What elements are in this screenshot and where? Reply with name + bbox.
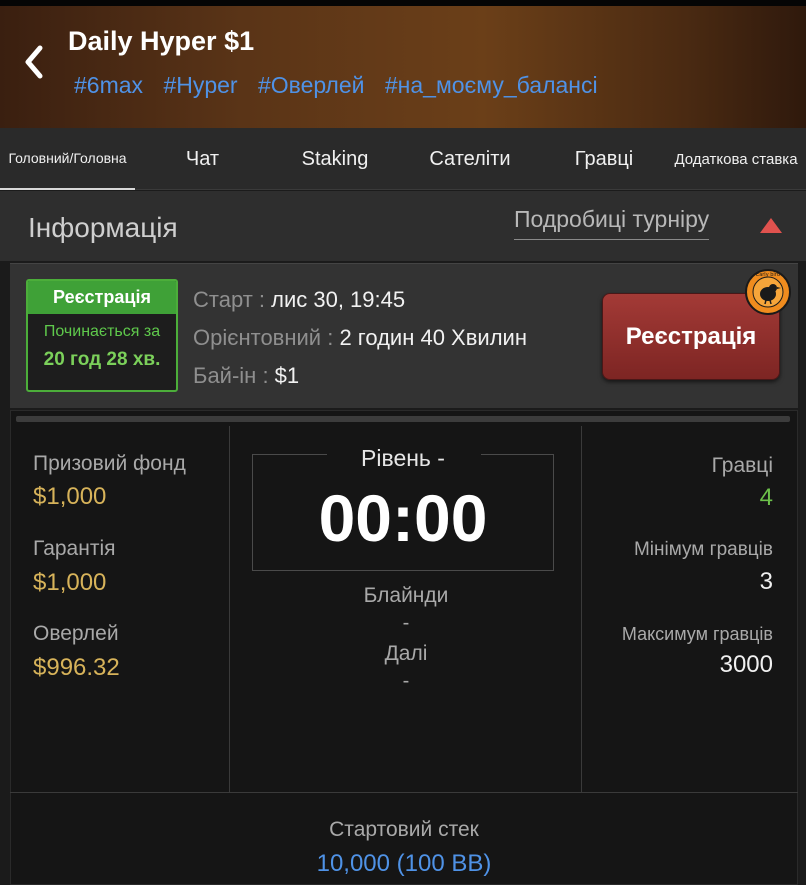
tab-staking[interactable]: Staking (275, 128, 395, 190)
guarantee-label: Гарантія (33, 537, 116, 560)
tournament-header: Daily Hyper $1 #6max #Hyper #Оверлей #на… (0, 0, 806, 128)
tag-my-balance[interactable]: #на_моєму_балансі (385, 72, 598, 98)
panel-top-strip (16, 416, 790, 422)
duration-value: 2 годин 40 Хвилин (339, 325, 527, 350)
tournament-details-link[interactable]: Подробиці турніру (514, 206, 710, 240)
blinds-label: Блайнди (363, 584, 449, 607)
buyin-label: Бай-ін (193, 363, 257, 388)
tab-side-bet[interactable]: Додаткова ставка (666, 128, 806, 190)
buyin-value: $1 (274, 363, 300, 388)
starts-in-value: 20 год 28 хв. (43, 349, 161, 370)
max-players-label: Максимум гравців (621, 624, 773, 644)
collapse-triangle-icon[interactable] (760, 218, 782, 233)
min-players-label: Мінімум гравців (633, 539, 773, 560)
starting-stack-value: 10,000 (100 BB) (316, 850, 492, 877)
tab-chat[interactable]: Чат (145, 128, 260, 190)
duration-label: Орієнтовний (193, 325, 322, 350)
registration-badge-title: Реєстрація (28, 281, 176, 314)
overlay-label: Оверлей (33, 622, 119, 645)
tab-players[interactable]: Гравці (548, 128, 660, 190)
starting-stack-label: Стартовий стек (329, 818, 479, 841)
level-label: Рівень - (361, 445, 445, 471)
overlay-value: $996.32 (33, 654, 120, 681)
tournament-title: Daily Hyper $1 (68, 26, 255, 56)
prize-pool-label: Призовий фонд (33, 452, 186, 475)
divider-bottom (10, 792, 798, 793)
level-clock: 00:00 (318, 481, 488, 555)
tab-bar: Головний/Головна Чат Staking Сателіти Гр… (0, 128, 806, 190)
players-value: 4 (759, 484, 773, 511)
next-label: Далі (384, 642, 428, 665)
next-value: - (402, 670, 410, 692)
tag-overlay[interactable]: #Оверлей (258, 72, 365, 98)
start-label: Старт (193, 287, 253, 312)
tab-satellites[interactable]: Сателіти (405, 128, 535, 190)
blinds-value: - (402, 612, 410, 634)
buyin-row: Бай-ін : $1 (193, 363, 300, 388)
early-bird-icon: Early bird (745, 269, 791, 315)
guarantee-value: $1,000 (33, 569, 107, 596)
divider-right (581, 426, 582, 792)
tab-main[interactable]: Головний/Головна (0, 128, 135, 190)
divider-left (229, 426, 230, 792)
tag-hyper[interactable]: #Hyper (163, 72, 237, 98)
tag-6max[interactable]: #6max (74, 72, 143, 98)
starts-in-label: Починається за (43, 323, 161, 340)
max-players-value: 3000 (719, 651, 773, 678)
duration-row: Орієнтовний : 2 годин 40 Хвилин (193, 325, 527, 350)
tournament-tags: #6max #Hyper #Оверлей #на_моєму_балансі (74, 72, 612, 99)
start-time-row: Старт : лис 30, 19:45 (193, 287, 406, 312)
prize-pool-value: $1,000 (33, 483, 107, 510)
early-bird-label: Early bird (756, 272, 780, 278)
back-arrow-icon[interactable] (20, 42, 50, 82)
start-value: лис 30, 19:45 (271, 287, 406, 312)
min-players-value: 3 (759, 568, 773, 595)
players-label: Гравці (711, 454, 773, 477)
info-title: Інформація (28, 212, 178, 243)
registration-status-badge: Реєстрація Починається за 20 год 28 хв. (26, 279, 178, 392)
